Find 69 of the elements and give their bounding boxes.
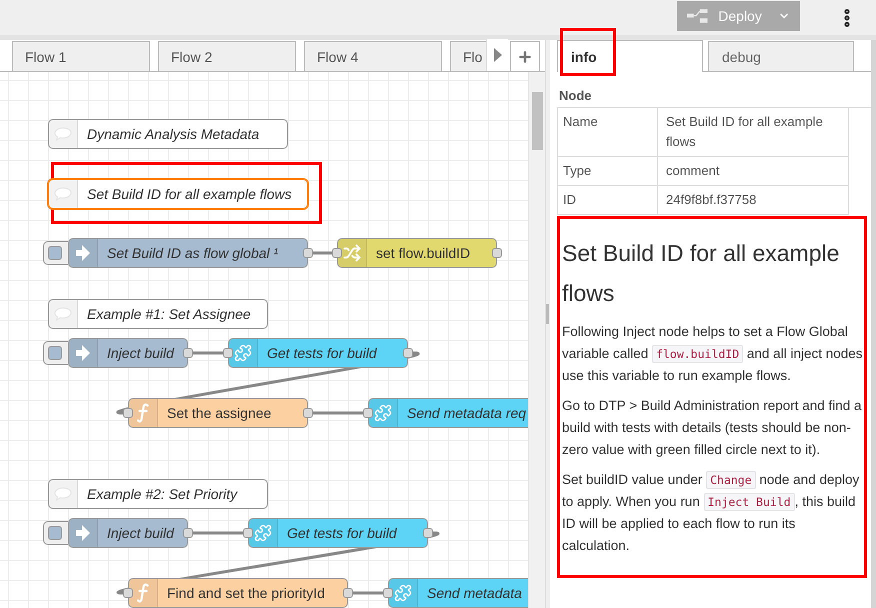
node-port[interactable] (343, 588, 353, 598)
flow-node[interactable]: Dynamic Analysis Metadata (48, 119, 288, 149)
description-paragraph: Following Inject node helps to set a Flow Global variable called flow.buildID and all inject nodes use this variable to run example flows. (562, 323, 864, 385)
node-port[interactable] (243, 528, 253, 538)
description-heading: Set Build ID for all example flows (562, 239, 840, 308)
flow-node[interactable]: Set the assignee (128, 398, 308, 428)
node-port[interactable] (183, 348, 193, 358)
speech-bubble-icon (54, 487, 72, 501)
arrow-icon (75, 344, 91, 362)
flow-node[interactable]: Find and set the priorityId (128, 578, 348, 608)
shuffle-icon (343, 244, 361, 262)
node-port[interactable] (363, 408, 373, 418)
property-value: Set Build ID for all example flows (658, 108, 849, 157)
inject-button[interactable] (43, 241, 68, 265)
function-icon (137, 403, 149, 423)
section-title: Node (558, 87, 592, 105)
flow-node[interactable]: Set Build ID for all example flows (48, 179, 308, 209)
flow-tab[interactable]: Flow 2 (158, 41, 296, 71)
node-port[interactable] (492, 248, 502, 258)
flow-tab[interactable]: Flow 1 (12, 41, 150, 71)
flow-node[interactable]: Get tests for build (248, 518, 428, 548)
flow-node[interactable]: Get tests for build (228, 338, 408, 368)
node-port[interactable] (223, 348, 233, 358)
speech-bubble-icon (54, 307, 72, 321)
node-port[interactable] (123, 588, 133, 598)
splitter[interactable] (545, 40, 550, 608)
flow-tab[interactable]: Flow 4 (304, 41, 442, 71)
property-name: Name (558, 108, 658, 157)
function-icon (137, 583, 149, 603)
flow-node[interactable]: Example #2: Set Priority (48, 479, 268, 509)
property-name: Type (558, 157, 658, 186)
plus-icon (517, 48, 534, 64)
node-port[interactable] (332, 248, 342, 258)
puzzle-icon (234, 344, 252, 362)
description-paragraph: Set buildID value under Change node and deploy to apply. When you run Inject Build , this build ID will be applied to each flow to run its calculation. (562, 470, 860, 555)
speech-bubble-icon (54, 127, 72, 141)
node-port[interactable] (383, 588, 393, 598)
sidebar-tab[interactable]: info (557, 40, 703, 72)
puzzle-icon (394, 584, 412, 602)
flow-node[interactable]: Send metadata req (368, 398, 528, 428)
flow-node[interactable]: Inject build (68, 518, 188, 548)
node-port[interactable] (123, 408, 133, 418)
sidebar-tab[interactable]: debug (708, 41, 854, 71)
node-port[interactable] (423, 528, 433, 538)
arrow-icon (75, 244, 91, 262)
puzzle-icon (254, 524, 272, 542)
flow-node[interactable]: Set Build ID as flow global ¹ (68, 238, 308, 268)
scrollbar[interactable] (528, 72, 545, 608)
flow-node[interactable]: Inject build (68, 338, 188, 368)
flow-node[interactable]: Send metadata (388, 578, 528, 608)
wire (313, 252, 332, 254)
node-port[interactable] (303, 408, 313, 418)
inject-button[interactable] (43, 521, 68, 545)
node-port[interactable] (303, 248, 313, 258)
node-port[interactable] (403, 348, 413, 358)
add-flow-button[interactable] (510, 41, 540, 71)
flow-tab[interactable]: Flo (450, 41, 486, 71)
property-value: 24f9f8bf.f37758 (658, 186, 849, 215)
inject-button[interactable] (43, 341, 68, 365)
flow-node[interactable]: set flow.buildID (337, 238, 497, 268)
description-paragraph: Go to DTP > Build Administration report and find a build with tests with details (tests should be non-zero value with green filled circle next to it). (562, 397, 863, 459)
node-port[interactable] (183, 528, 193, 538)
speech-bubble-icon (54, 187, 72, 201)
scroll-right-icon[interactable] (494, 48, 502, 62)
puzzle-icon (374, 404, 392, 422)
property-value: comment (658, 157, 849, 186)
arrow-icon (75, 524, 91, 542)
property-name: ID (558, 186, 658, 215)
flow-node[interactable]: Example #1: Set Assignee (48, 299, 268, 329)
